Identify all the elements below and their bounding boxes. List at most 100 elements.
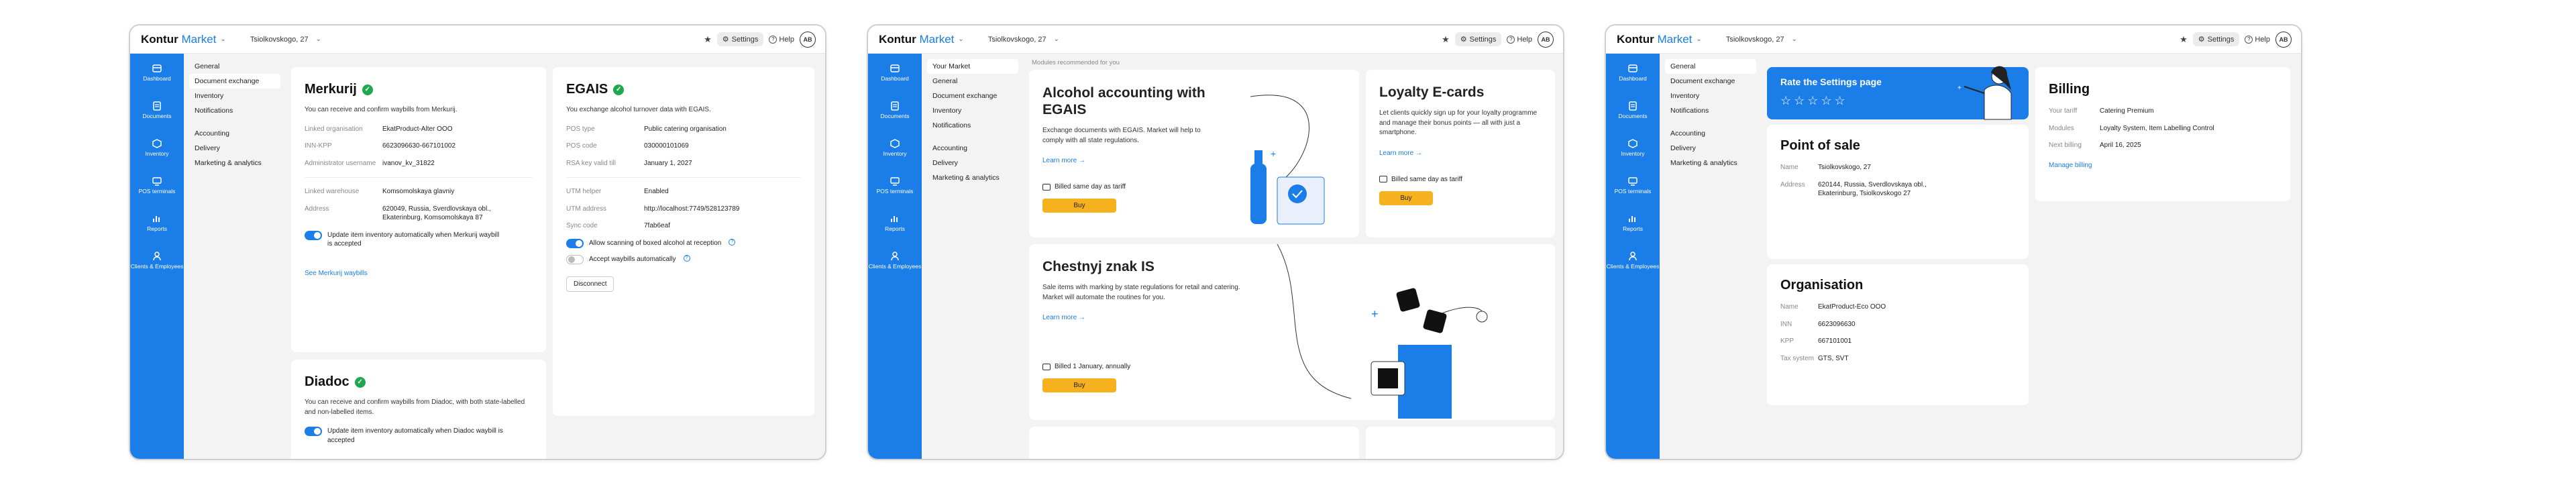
- subnav-general[interactable]: General: [927, 74, 1018, 89]
- info-row: POS type Public catering organisation: [566, 125, 727, 133]
- logo[interactable]: Kontur Market: [141, 33, 216, 46]
- chevron-down-icon: ⌄: [1791, 36, 1798, 43]
- window-settings-document-exchange: Kontur Market ⌄ Tsiolkovskogo, 27 ⌄ ★ ⚙ Se…: [129, 24, 826, 460]
- svg-text:+: +: [1957, 85, 1962, 92]
- sidebar-item-inventory[interactable]: Inventory: [868, 129, 922, 166]
- person-illustration: +: [1957, 66, 2012, 120]
- window-your-market: Kontur Market ⌄ Tsiolkovskogo, 27 ⌄ ★ ⚙ Se…: [867, 24, 1564, 460]
- avatar[interactable]: AB: [1538, 31, 1554, 48]
- subnav-accounting[interactable]: Accounting: [189, 126, 280, 141]
- buy-button[interactable]: Buy: [1042, 378, 1116, 392]
- subnav-inventory[interactable]: Inventory: [927, 103, 1018, 118]
- sidebar-item-dashboard[interactable]: Dashboard: [868, 54, 922, 91]
- sidebar-item-inventory[interactable]: Inventory: [1606, 129, 1660, 166]
- subnav-your-market[interactable]: Your Market: [927, 59, 1018, 74]
- subnav-document-exchange[interactable]: Document exchange: [1665, 74, 1756, 89]
- sidebar-item-documents[interactable]: Documents: [130, 91, 184, 129]
- sidebar-item-pos-terminals[interactable]: POS terminals: [1606, 166, 1660, 204]
- reports-icon: [153, 215, 160, 222]
- subnav-inventory[interactable]: Inventory: [1665, 89, 1756, 103]
- clients-icon: [1629, 251, 1637, 260]
- subnav-inventory[interactable]: Inventory: [189, 89, 280, 103]
- help-button[interactable]: ? Help: [1507, 35, 1532, 44]
- sidebar-item-reports[interactable]: Reports: [130, 204, 184, 241]
- subnav-notifications[interactable]: Notifications: [927, 118, 1018, 133]
- avatar[interactable]: AB: [2275, 31, 2292, 48]
- point-of-sale-card: Point of sale Name Tsiolkovskogo, 27 Addr…: [1767, 125, 2029, 259]
- settings-button[interactable]: ⚙ Settings: [716, 32, 764, 46]
- buy-button[interactable]: Buy: [1379, 191, 1433, 205]
- dashboard-icon: [152, 64, 162, 72]
- learn-more-link[interactable]: Learn more →: [1042, 314, 1085, 321]
- disconnect-button[interactable]: Disconnect: [566, 276, 614, 292]
- diadoc-auto-update-toggle[interactable]: Update item inventory automatically when…: [305, 427, 533, 445]
- chevron-down-icon[interactable]: ⌄: [958, 36, 963, 43]
- subnav-marketing[interactable]: Marketing & analytics: [927, 170, 1018, 185]
- auto-update-toggle[interactable]: Update item inventory automatically when…: [305, 230, 533, 249]
- subnav-document-exchange[interactable]: Document exchange: [189, 74, 280, 89]
- top-bar: Kontur Market ⌄ Tsiolkovskogo, 27 ⌄ ★ ⚙ Se…: [1606, 25, 2301, 54]
- subnav-notifications[interactable]: Notifications: [189, 103, 280, 118]
- settings-button[interactable]: ⚙ Settings: [1454, 32, 1502, 46]
- subnav-accounting[interactable]: Accounting: [1665, 126, 1756, 141]
- chevron-down-icon[interactable]: ⌄: [220, 36, 225, 43]
- alcohol-module-card[interactable]: Alcohol accounting with EGAIS Exchange d…: [1029, 70, 1359, 237]
- help-button[interactable]: ? Help: [769, 35, 794, 44]
- chestnyj-module-card[interactable]: Chestnyj znak IS Sale items with marking…: [1029, 244, 1555, 420]
- sidebar-item-pos-terminals[interactable]: POS terminals: [130, 166, 184, 204]
- subnav-notifications[interactable]: Notifications: [1665, 103, 1756, 118]
- logo[interactable]: Kontur Market: [879, 33, 954, 46]
- subnav-general[interactable]: General: [189, 59, 280, 74]
- settings-subnav: General Document exchange Inventory Noti…: [184, 54, 284, 459]
- pos-terminal-icon: [152, 176, 162, 186]
- star-icon[interactable]: ★: [1442, 34, 1450, 45]
- sidebar-item-dashboard[interactable]: Dashboard: [1606, 54, 1660, 91]
- billing-card: Billing Your tariff Catering Premium Modu…: [2035, 67, 2290, 201]
- subnav-marketing[interactable]: Marketing & analytics: [189, 156, 280, 170]
- settings-button[interactable]: ⚙ Settings: [2192, 32, 2240, 46]
- subnav-delivery[interactable]: Delivery: [1665, 141, 1756, 156]
- learn-more-link[interactable]: Learn more →: [1042, 157, 1085, 164]
- manage-billing-link[interactable]: Manage billing: [2049, 162, 2092, 169]
- subnav-document-exchange[interactable]: Document exchange: [927, 89, 1018, 103]
- top-bar: Kontur Market ⌄ Tsiolkovskogo, 27 ⌄ ★ ⚙ Se…: [868, 25, 1563, 54]
- point-of-sale-selector[interactable]: Tsiolkovskogo, 27 ⌄: [250, 36, 321, 44]
- sidebar-item-documents[interactable]: Documents: [868, 91, 922, 129]
- info-row: UTM helper Enabled: [566, 188, 669, 195]
- info-row: Administrator username ivanov_kv_31822: [305, 159, 435, 167]
- sidebar-item-documents[interactable]: Documents: [1606, 91, 1660, 129]
- sidebar-item-clients[interactable]: Clients & Employees: [1606, 241, 1660, 279]
- learn-more-link[interactable]: Learn more →: [1379, 150, 1422, 157]
- sidebar-item-reports[interactable]: Reports: [1606, 204, 1660, 241]
- merkurij-card: Merkurij ✓ You can receive and confirm wa…: [291, 67, 546, 352]
- buy-button[interactable]: Buy: [1042, 199, 1116, 213]
- sidebar-item-dashboard[interactable]: Dashboard: [130, 54, 184, 91]
- star-icon[interactable]: ★: [704, 34, 712, 45]
- subnav-delivery[interactable]: Delivery: [189, 141, 280, 156]
- organisation-card: Organisation Name EkatProduct-Eco OOO INN…: [1767, 264, 2029, 405]
- boxed-alcohol-toggle[interactable]: Allow scanning of boxed alcohol at recep…: [566, 238, 801, 248]
- merkurij-waybills-link[interactable]: See Merkurij waybills: [305, 270, 368, 277]
- sidebar-item-clients[interactable]: Clients & Employees: [868, 241, 922, 279]
- settings-subnav: General Document exchange Inventory Noti…: [1660, 54, 1760, 459]
- point-of-sale-selector[interactable]: Tsiolkovskogo, 27 ⌄: [1726, 36, 1797, 44]
- subnav-general[interactable]: General: [1665, 59, 1756, 74]
- info-row: Sync code 7fab6eaf: [566, 222, 670, 229]
- subnav-accounting[interactable]: Accounting: [927, 141, 1018, 156]
- module-card-partial: [1366, 427, 1555, 459]
- card-title: Alcohol accounting with EGAIS: [1042, 85, 1205, 118]
- chevron-down-icon[interactable]: ⌄: [1696, 36, 1701, 43]
- loyalty-module-card[interactable]: Loyalty E-cards Let clients quickly sign…: [1366, 70, 1555, 237]
- sidebar-item-inventory[interactable]: Inventory: [130, 129, 184, 166]
- subnav-marketing[interactable]: Marketing & analytics: [1665, 156, 1756, 170]
- point-of-sale-selector[interactable]: Tsiolkovskogo, 27 ⌄: [988, 36, 1059, 44]
- subnav-delivery[interactable]: Delivery: [927, 156, 1018, 170]
- help-button[interactable]: ? Help: [2245, 35, 2270, 44]
- star-icon[interactable]: ★: [2180, 34, 2188, 45]
- sidebar-item-reports[interactable]: Reports: [868, 204, 922, 241]
- sidebar-item-pos-terminals[interactable]: POS terminals: [868, 166, 922, 204]
- auto-accept-toggle[interactable]: Accept waybills automatically?: [566, 254, 801, 264]
- logo[interactable]: Kontur Market: [1617, 33, 1692, 46]
- sidebar-item-clients[interactable]: Clients & Employees: [130, 241, 184, 279]
- avatar[interactable]: AB: [800, 31, 816, 48]
